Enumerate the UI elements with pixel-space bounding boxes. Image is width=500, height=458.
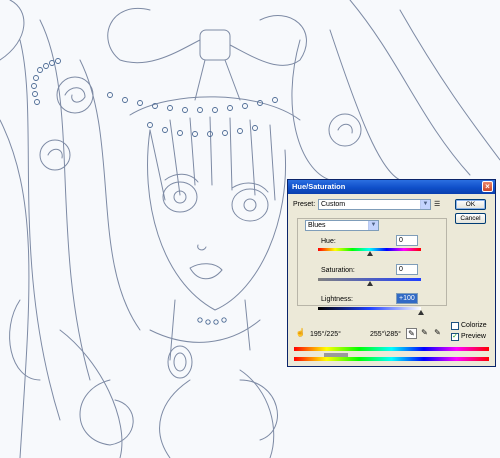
preview-checkbox[interactable]: ✓ (451, 333, 459, 341)
preset-options-icon[interactable]: ☰ (434, 200, 440, 208)
eyedropper-plus-icon[interactable]: ✎ (419, 328, 430, 339)
color-spectrum-top (294, 347, 489, 351)
preset-value: Custom (321, 201, 346, 208)
saturation-input[interactable]: 0 (396, 264, 418, 275)
preset-label: Preset: (293, 201, 316, 208)
range-left-readout: 195°/225° (310, 331, 341, 338)
chevron-down-icon: ▼ (368, 221, 378, 230)
lightness-input[interactable]: +100 (396, 293, 418, 304)
eyedropper-minus-icon[interactable]: ✎ (432, 328, 443, 339)
hue-saturation-dialog: Hue/Saturation × Preset: Custom ▼ ☰ OK C… (287, 179, 496, 367)
lightness-slider-thumb[interactable] (418, 310, 424, 315)
lightness-label: Lightness: (321, 296, 353, 303)
dialog-title: Hue/Saturation (292, 182, 346, 191)
saturation-label: Saturation: (321, 267, 355, 274)
ok-button[interactable]: OK (455, 199, 486, 210)
preset-dropdown[interactable]: Custom ▼ (318, 199, 431, 210)
color-spectrum-bottom (294, 357, 489, 361)
colorize-checkbox[interactable] (451, 322, 459, 330)
dialog-titlebar[interactable]: Hue/Saturation × (288, 180, 495, 194)
preview-label: Preview (461, 333, 486, 340)
chevron-down-icon: ▼ (420, 200, 430, 209)
saturation-slider-thumb[interactable] (366, 281, 373, 286)
hue-label: Hue: (321, 238, 336, 245)
eyedropper-icon[interactable]: ✎ (406, 328, 417, 339)
colorize-label: Colorize (461, 322, 487, 329)
hue-input[interactable]: 0 (396, 235, 418, 246)
lightness-slider-track[interactable] (318, 307, 421, 310)
range-right-readout: 255°\285° (370, 331, 401, 338)
cancel-button[interactable]: Cancel (455, 213, 486, 224)
edit-channel-value: Blues (308, 222, 326, 229)
hand-icon[interactable]: ☝ (295, 328, 306, 339)
close-icon[interactable]: × (482, 181, 493, 192)
adjustment-panel (297, 218, 447, 306)
edit-channel-dropdown[interactable]: Blues ▼ (305, 220, 379, 231)
hue-slider-thumb[interactable] (366, 251, 373, 256)
